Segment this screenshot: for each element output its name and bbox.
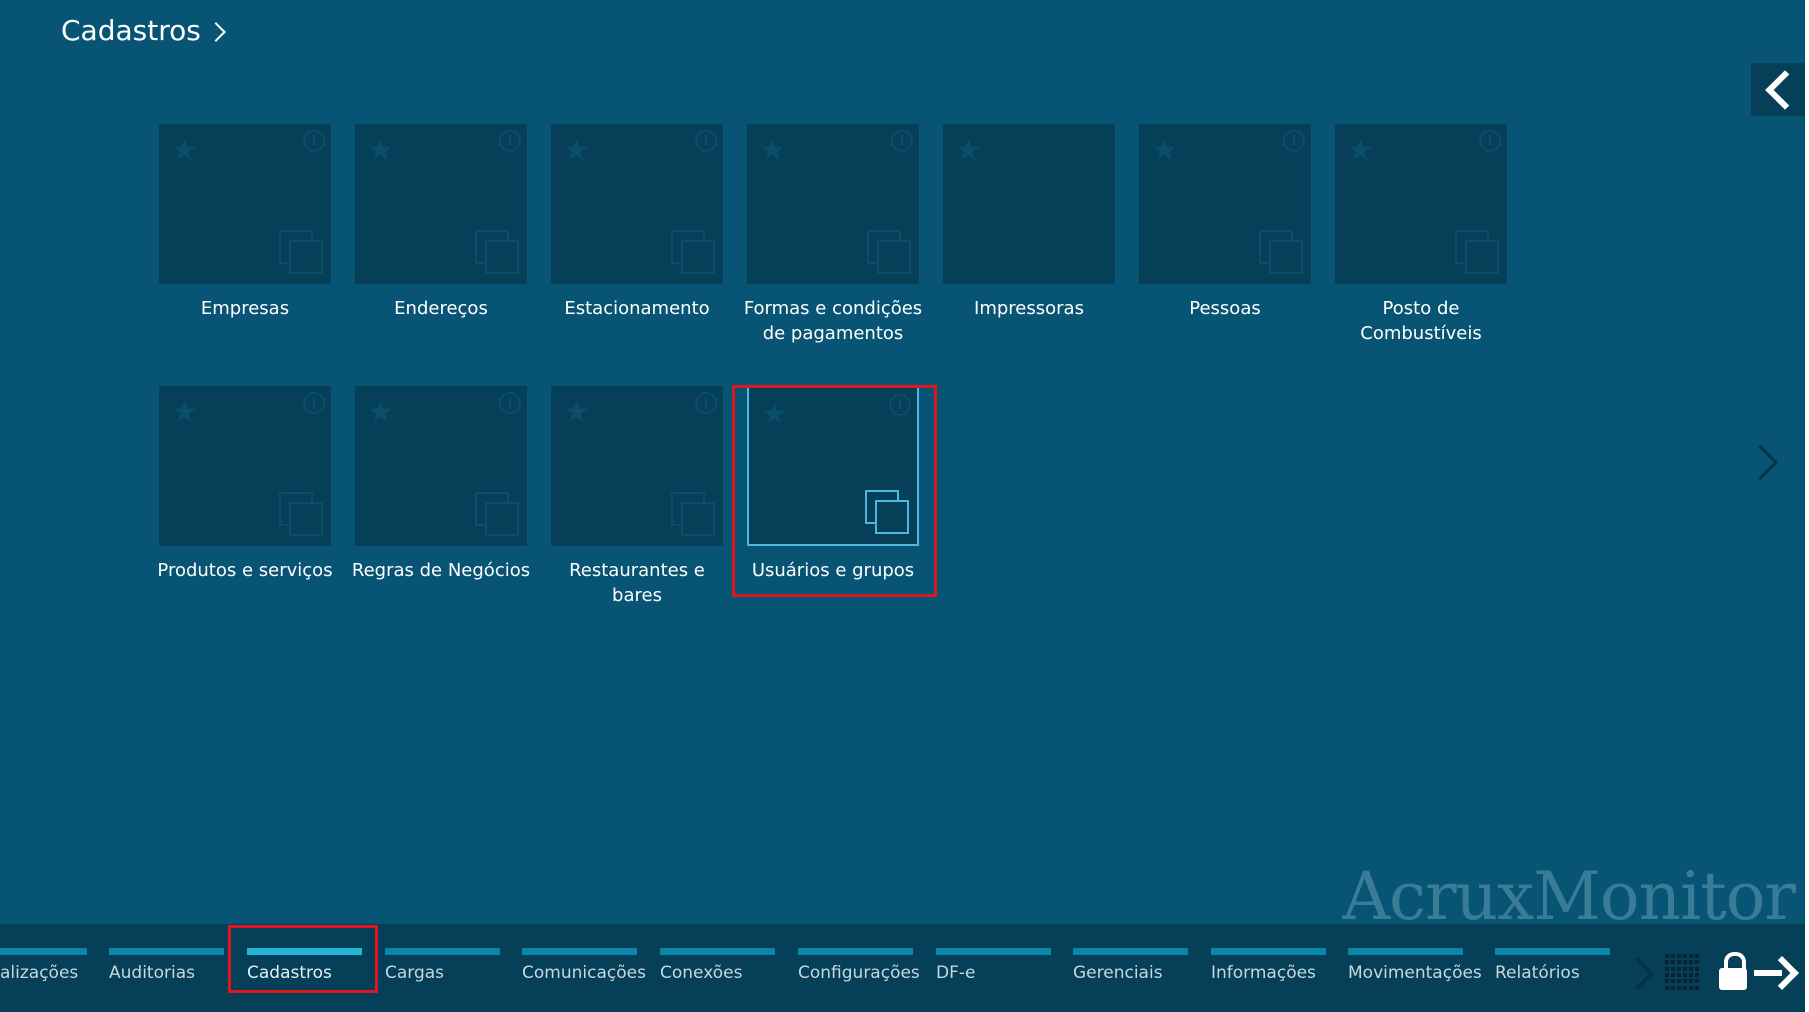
- tile-pessoas[interactable]: ★ i Pessoas: [1139, 124, 1311, 346]
- nav-tab-relatorios[interactable]: Relatórios: [1495, 948, 1610, 1008]
- nav-tab-comunicacoes[interactable]: Comunicações: [522, 948, 646, 1008]
- tile-impressoras[interactable]: ★ Impressoras: [943, 124, 1115, 346]
- tile-box: ★ i: [159, 386, 331, 546]
- tile-label: Empresas: [200, 298, 290, 319]
- breadcrumb: Cadastros: [61, 14, 226, 47]
- star-icon[interactable]: ★: [171, 136, 198, 166]
- tile-box: ★ i: [551, 124, 723, 284]
- copy-icon: [279, 230, 323, 274]
- nav-tab-label: Cargas: [385, 963, 445, 983]
- nav-tab-gerenciais[interactable]: Gerenciais: [1073, 948, 1188, 1008]
- copy-icon: [1455, 230, 1499, 274]
- tile-produtos-servicos[interactable]: ★ i Produtos e serviços: [157, 386, 333, 608]
- star-icon[interactable]: ★: [1151, 136, 1178, 166]
- tile-box: ★ i: [355, 124, 527, 284]
- info-icon[interactable]: i: [695, 130, 717, 152]
- collapse-panel-button[interactable]: [1751, 63, 1806, 116]
- copy-icon: [1259, 230, 1303, 274]
- nav-tab-label: alizações: [0, 963, 79, 983]
- nav-tab-label: Auditorias: [109, 963, 195, 983]
- tile-label: Estacionamento: [564, 298, 710, 319]
- logout-arrow-icon[interactable]: [1754, 956, 1799, 990]
- nav-tab-label: Gerenciais: [1073, 963, 1163, 983]
- tile-label: Regras de Negócios: [351, 560, 531, 581]
- collapse-left-icon: [1764, 69, 1805, 110]
- tile-label: Posto de Combustíveis: [1360, 298, 1482, 344]
- tile-empresas[interactable]: ★ i Empresas: [159, 124, 331, 346]
- star-icon[interactable]: ★: [1347, 136, 1374, 166]
- star-icon[interactable]: ★: [759, 136, 786, 166]
- tile-formas-pagamentos[interactable]: ★ i Formas e condições de pagamentos: [744, 124, 922, 346]
- copy-icon: [867, 230, 911, 274]
- nav-scroll-next-button[interactable]: [1621, 954, 1654, 994]
- tile-regras-negocios[interactable]: ★ i Regras de Negócios: [352, 386, 530, 608]
- star-icon[interactable]: ★: [955, 136, 982, 166]
- chevron-right-icon: [205, 21, 226, 42]
- tile-posto-combustiveis[interactable]: ★ i Posto de Combustíveis: [1335, 124, 1507, 346]
- star-icon[interactable]: ★: [171, 398, 198, 428]
- lock-icon[interactable]: [1718, 952, 1748, 992]
- info-icon[interactable]: i: [695, 392, 717, 414]
- nav-tab-movimentacoes[interactable]: Movimentações: [1348, 948, 1482, 1008]
- tile-label: Restaurantes e bares: [569, 560, 705, 606]
- nav-tab-label: Conexões: [660, 963, 743, 983]
- nav-tab-label: Informações: [1211, 963, 1316, 983]
- info-icon[interactable]: i: [1283, 130, 1305, 152]
- tile-box: ★ i: [159, 124, 331, 284]
- nav-tab-auditorias[interactable]: Auditorias: [109, 948, 224, 1008]
- nav-tab-label: Comunicações: [522, 963, 646, 983]
- info-icon[interactable]: i: [1479, 130, 1501, 152]
- tile-box: ★ i: [551, 386, 723, 546]
- active-tab-highlight: [228, 925, 378, 993]
- info-icon[interactable]: i: [891, 130, 913, 152]
- nav-tab-conexoes[interactable]: Conexões: [660, 948, 775, 1008]
- nav-tab-informacoes[interactable]: Informações: [1211, 948, 1326, 1008]
- nav-tab-label: Movimentações: [1348, 963, 1482, 983]
- grid-icon[interactable]: [1665, 954, 1701, 990]
- chevron-right-icon: [1621, 957, 1654, 990]
- info-icon[interactable]: i: [499, 130, 521, 152]
- nav-tab-atualizacoes[interactable]: alizações: [0, 948, 87, 1008]
- tile-enderecos[interactable]: ★ i Endereços: [355, 124, 527, 346]
- tile-label: Formas e condições de pagamentos: [743, 298, 923, 344]
- window-edge: [1805, 0, 1809, 1012]
- info-icon[interactable]: i: [303, 130, 325, 152]
- next-page-button[interactable]: [1742, 440, 1779, 484]
- info-icon[interactable]: i: [303, 392, 325, 414]
- copy-icon: [475, 230, 519, 274]
- star-icon[interactable]: ★: [367, 398, 394, 428]
- star-icon[interactable]: ★: [563, 398, 590, 428]
- nav-tab-label: Relatórios: [1495, 963, 1580, 983]
- tile-box: ★: [943, 124, 1115, 284]
- nav-tab-cargas[interactable]: Cargas: [385, 948, 500, 1008]
- nav-tab-label: Configurações: [798, 963, 920, 983]
- tile-box: ★ i: [1335, 124, 1507, 284]
- copy-icon: [671, 492, 715, 536]
- nav-tab-configuracoes[interactable]: Configurações: [798, 948, 920, 1008]
- tile-box: ★ i: [355, 386, 527, 546]
- tile-label: Endereços: [394, 298, 488, 319]
- copy-icon: [671, 230, 715, 274]
- info-icon[interactable]: i: [499, 392, 521, 414]
- copy-icon: [279, 492, 323, 536]
- chevron-right-icon: [1742, 444, 1779, 481]
- tile-box: ★ i: [1139, 124, 1311, 284]
- copy-icon: [475, 492, 519, 536]
- tile-label: Impressoras: [974, 298, 1084, 319]
- tile-label: Produtos e serviços: [157, 560, 333, 581]
- tile-box: ★ i: [747, 124, 919, 284]
- page-title: Cadastros: [61, 14, 201, 47]
- tile-label: Pessoas: [1189, 298, 1261, 319]
- star-icon[interactable]: ★: [563, 136, 590, 166]
- selection-highlight: [732, 385, 937, 597]
- star-icon[interactable]: ★: [367, 136, 394, 166]
- tile-restaurantes-bares[interactable]: ★ i Restaurantes e bares: [551, 386, 723, 608]
- nav-tab-label: DF-e: [936, 963, 976, 983]
- nav-tab-df-e[interactable]: DF-e: [936, 948, 1051, 1008]
- tile-estacionamento[interactable]: ★ i Estacionamento: [551, 124, 723, 346]
